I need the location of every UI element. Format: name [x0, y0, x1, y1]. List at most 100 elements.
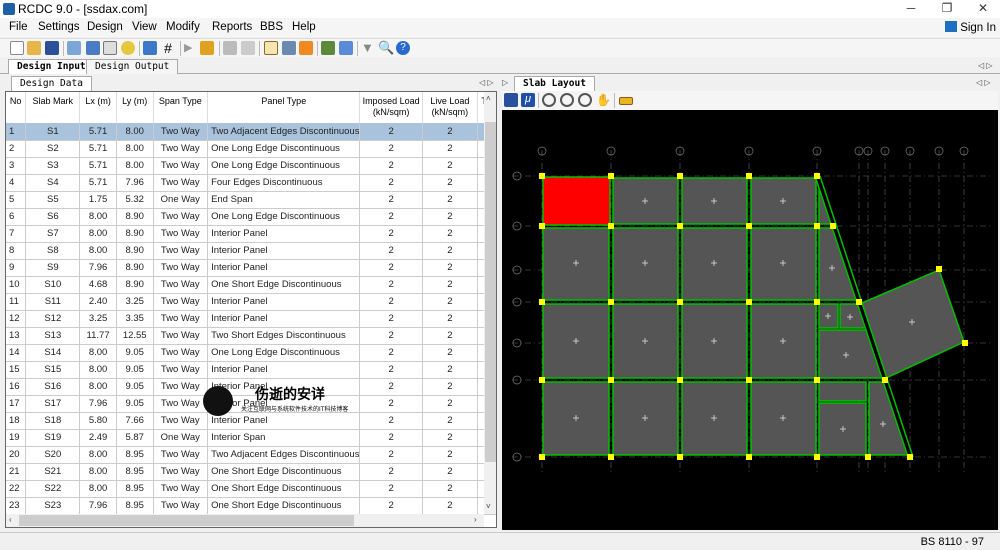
table-cell[interactable]: End Span: [207, 191, 361, 209]
table-cell[interactable]: 5.71: [79, 174, 117, 192]
table-cell[interactable]: Two Adjacent Edges Discontinuous: [207, 446, 361, 464]
slab[interactable]: [681, 381, 748, 456]
vertical-scrollbar[interactable]: ˄ ˅: [484, 92, 496, 514]
table-row[interactable]: 13 S13 11.77 12.55 Two Way Two Short Edges Di…: [6, 327, 496, 345]
column[interactable]: [907, 454, 913, 460]
table-cell[interactable]: S2: [25, 140, 81, 158]
slab[interactable]: [818, 381, 867, 402]
column[interactable]: [539, 173, 545, 179]
table-cell[interactable]: 2: [359, 174, 423, 192]
table-cell[interactable]: 2: [359, 446, 423, 464]
table-cell[interactable]: Interior Panel: [207, 361, 361, 379]
table-cell[interactable]: One Short Edge Discontinuous: [207, 480, 361, 498]
table-cell[interactable]: 8.00: [79, 480, 117, 498]
table-cell[interactable]: S12: [25, 310, 81, 328]
table-cell[interactable]: Two Way: [153, 446, 209, 464]
table-cell[interactable]: 5.87: [116, 429, 154, 447]
table-cell[interactable]: 2: [359, 412, 423, 430]
column[interactable]: [814, 299, 820, 305]
table-cell[interactable]: 8.90: [116, 225, 154, 243]
slab-s1-selected[interactable]: [542, 176, 611, 226]
menu-view[interactable]: View: [132, 21, 157, 33]
filter-icon[interactable]: ▼: [361, 41, 375, 55]
column[interactable]: [865, 454, 871, 460]
table-cell[interactable]: 2: [422, 497, 479, 515]
table-cell[interactable]: 2: [359, 123, 423, 141]
table-cell[interactable]: 7.96: [79, 497, 117, 515]
table-cell[interactable]: 13: [6, 327, 27, 345]
table-cell[interactable]: 2: [359, 395, 423, 413]
table-cell[interactable]: Two Way: [153, 259, 209, 277]
table-cell[interactable]: 2: [359, 497, 423, 515]
column-header[interactable]: Imposed Load (kN/sqm): [359, 92, 423, 123]
zoom-extents-icon[interactable]: [560, 93, 574, 107]
table-cell[interactable]: 5.32: [116, 191, 154, 209]
column[interactable]: [882, 377, 888, 383]
open-icon[interactable]: [27, 41, 41, 55]
table-cell[interactable]: Two Way: [153, 157, 209, 175]
column-header[interactable]: Slab Mark: [25, 92, 81, 123]
panel-arrow[interactable]: ▷: [502, 78, 508, 87]
table-cell[interactable]: S19: [25, 429, 81, 447]
table-cell[interactable]: Interior Panel: [207, 242, 361, 260]
table-row[interactable]: 7 S7 8.00 8.90 Two Way Interior Panel 2 2: [6, 225, 496, 243]
measure-icon[interactable]: [619, 97, 633, 105]
column[interactable]: [746, 299, 752, 305]
table-cell[interactable]: 2: [422, 344, 479, 362]
column[interactable]: [677, 173, 683, 179]
table-cell[interactable]: Interior Panel: [207, 259, 361, 277]
table-cell[interactable]: 6: [6, 208, 27, 226]
table-cell[interactable]: Two Way: [153, 327, 209, 345]
column[interactable]: [814, 223, 820, 229]
table-cell[interactable]: 21: [6, 463, 27, 481]
clipboard-icon[interactable]: [264, 41, 278, 55]
table-cell[interactable]: 3.25: [79, 310, 117, 328]
print-icon[interactable]: [103, 41, 117, 55]
table-cell[interactable]: One Short Edge Discontinuous: [207, 463, 361, 481]
tools-icon[interactable]: [321, 41, 335, 55]
table-cell[interactable]: S8: [25, 242, 81, 260]
table-cell[interactable]: 9.05: [116, 361, 154, 379]
table-icon[interactable]: [223, 41, 237, 55]
table-cell[interactable]: 7.96: [79, 259, 117, 277]
table-cell[interactable]: 9.05: [116, 344, 154, 362]
table-cell[interactable]: 2: [359, 225, 423, 243]
table-cell[interactable]: 5.71: [79, 157, 117, 175]
table-cell[interactable]: 2: [422, 259, 479, 277]
table-row[interactable]: 19 S19 2.49 5.87 One Way Interior Span 2 2: [6, 429, 496, 447]
table-cell[interactable]: 2: [359, 293, 423, 311]
table-cell[interactable]: S21: [25, 463, 81, 481]
column[interactable]: [608, 173, 614, 179]
table-row[interactable]: 1 S1 5.71 8.00 Two Way Two Adjacent Edges Dis…: [6, 123, 496, 141]
table-cell[interactable]: Two Way: [153, 174, 209, 192]
table-row[interactable]: 3 S3 5.71 8.00 Two Way One Long Edge Disconti…: [6, 157, 496, 175]
table-cell[interactable]: 2: [359, 259, 423, 277]
slab-layout-canvas[interactable]: [502, 110, 998, 530]
table-cell[interactable]: 7.66: [116, 412, 154, 430]
slab[interactable]: [612, 227, 679, 301]
table-cell[interactable]: 3: [6, 157, 27, 175]
table-cell[interactable]: 2: [422, 191, 479, 209]
table-cell[interactable]: 9: [6, 259, 27, 277]
close-button[interactable]: ✕: [968, 1, 998, 17]
table-cell[interactable]: Interior Panel: [207, 293, 361, 311]
help-icon[interactable]: ?: [396, 41, 410, 55]
column-header[interactable]: Span Type: [153, 92, 209, 123]
column[interactable]: [856, 299, 862, 305]
column[interactable]: [539, 299, 545, 305]
mu-icon[interactable]: μ: [521, 93, 535, 107]
table-cell[interactable]: 1: [6, 123, 27, 141]
menu-modify[interactable]: Modify: [166, 21, 200, 33]
table-cell[interactable]: 2: [359, 327, 423, 345]
table-cell[interactable]: 3.35: [116, 310, 154, 328]
column[interactable]: [936, 266, 942, 272]
column-header[interactable]: Lx (m): [79, 92, 117, 123]
table-row[interactable]: 8 S8 8.00 8.90 Two Way Interior Panel 2 2: [6, 242, 496, 260]
table-cell[interactable]: 22: [6, 480, 27, 498]
table-cell[interactable]: S15: [25, 361, 81, 379]
table-cell[interactable]: Two Way: [153, 225, 209, 243]
table-cell[interactable]: S11: [25, 293, 81, 311]
menu-bbs[interactable]: BBS: [260, 21, 283, 33]
table-cell[interactable]: 19: [6, 429, 27, 447]
table-cell[interactable]: Two Way: [153, 123, 209, 141]
